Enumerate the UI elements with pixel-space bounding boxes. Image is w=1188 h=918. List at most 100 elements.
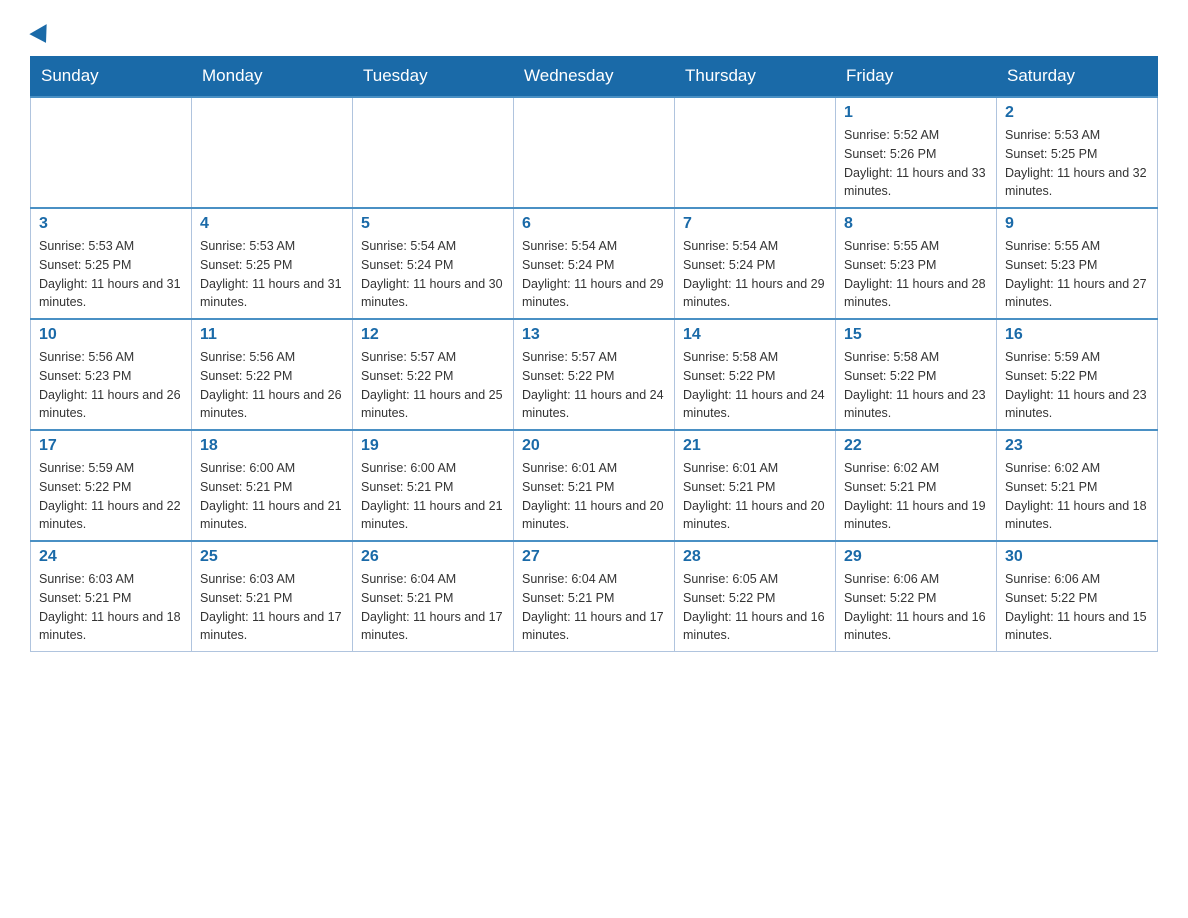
day-number: 15 bbox=[844, 326, 988, 344]
calendar-cell: 29 Sunrise: 6:06 AMSunset: 5:22 PMDayligh… bbox=[836, 541, 997, 652]
day-info: Sunrise: 5:58 AMSunset: 5:22 PMDaylight:… bbox=[844, 348, 988, 423]
weekday-header-monday: Monday bbox=[192, 56, 353, 97]
calendar-cell: 24Sunrise: 6:03 AMSunset: 5:21 PMDayligh… bbox=[31, 541, 192, 652]
calendar-cell: 11 Sunrise: 5:56 AMSunset: 5:22 PMDayligh… bbox=[192, 319, 353, 430]
calendar-cell bbox=[192, 97, 353, 208]
calendar-cell: 15 Sunrise: 5:58 AMSunset: 5:22 PMDayligh… bbox=[836, 319, 997, 430]
day-info: Sunrise: 5:53 AMSunset: 5:25 PMDaylight:… bbox=[200, 237, 344, 312]
day-number: 9 bbox=[1005, 215, 1149, 233]
day-number: 28 bbox=[683, 548, 827, 566]
weekday-header-row: SundayMondayTuesdayWednesdayThursdayFrid… bbox=[31, 56, 1158, 97]
day-info: Sunrise: 6:02 AMSunset: 5:21 PMDaylight:… bbox=[1005, 459, 1149, 534]
day-number: 3 bbox=[39, 215, 183, 233]
day-number: 6 bbox=[522, 215, 666, 233]
calendar-cell: 26 Sunrise: 6:04 AMSunset: 5:21 PMDayligh… bbox=[353, 541, 514, 652]
calendar-cell: 27 Sunrise: 6:04 AMSunset: 5:21 PMDayligh… bbox=[514, 541, 675, 652]
calendar-cell: 1 Sunrise: 5:52 AMSunset: 5:26 PMDaylight… bbox=[836, 97, 997, 208]
page-header bbox=[30, 20, 1158, 46]
calendar-week-4: 17 Sunrise: 5:59 AMSunset: 5:22 PMDayligh… bbox=[31, 430, 1158, 541]
calendar-cell: 17 Sunrise: 5:59 AMSunset: 5:22 PMDayligh… bbox=[31, 430, 192, 541]
day-info: Sunrise: 5:59 AMSunset: 5:22 PMDaylight:… bbox=[39, 459, 183, 534]
day-number: 7 bbox=[683, 215, 827, 233]
day-number: 10 bbox=[39, 326, 183, 344]
day-number: 27 bbox=[522, 548, 666, 566]
calendar-cell: 22 Sunrise: 6:02 AMSunset: 5:21 PMDayligh… bbox=[836, 430, 997, 541]
day-info: Sunrise: 5:54 AMSunset: 5:24 PMDaylight:… bbox=[522, 237, 666, 312]
calendar-week-1: 1 Sunrise: 5:52 AMSunset: 5:26 PMDaylight… bbox=[31, 97, 1158, 208]
calendar-cell: 4 Sunrise: 5:53 AMSunset: 5:25 PMDaylight… bbox=[192, 208, 353, 319]
calendar-week-5: 24 Sunrise: 6:03 AMSunset: 5:21 PMDayligh… bbox=[31, 541, 1158, 652]
day-info: Sunrise: 5:53 AMSunset: 5:25 PMDaylight:… bbox=[39, 237, 183, 312]
day-number: 30 bbox=[1005, 548, 1149, 566]
day-info: Sunrise: 6:06 AMSunset: 5:22 PMDaylight:… bbox=[844, 570, 988, 645]
calendar-cell bbox=[675, 97, 836, 208]
day-number: 24 bbox=[39, 548, 183, 566]
day-info: Sunrise: 6:03 AMSunset: 5:21 PMDaylight:… bbox=[200, 570, 344, 645]
calendar-cell: 23 Sunrise: 6:02 AMSunset: 5:21 PMDayligh… bbox=[997, 430, 1158, 541]
calendar-cell: 19 Sunrise: 6:00 AMSunset: 5:21 PMDayligh… bbox=[353, 430, 514, 541]
weekday-header-friday: Friday bbox=[836, 56, 997, 97]
day-info: Sunrise: 5:55 AMSunset: 5:23 PMDaylight:… bbox=[844, 237, 988, 312]
day-number: 2 bbox=[1005, 104, 1149, 122]
day-info: Sunrise: 6:04 AMSunset: 5:21 PMDaylight:… bbox=[522, 570, 666, 645]
day-number: 29 bbox=[844, 548, 988, 566]
day-info: Sunrise: 5:54 AMSunset: 5:24 PMDaylight:… bbox=[683, 237, 827, 312]
day-info: Sunrise: 6:06 AMSunset: 5:22 PMDaylight:… bbox=[1005, 570, 1149, 645]
weekday-header-thursday: Thursday bbox=[675, 56, 836, 97]
day-number: 4 bbox=[200, 215, 344, 233]
day-info: Sunrise: 6:05 AMSunset: 5:22 PMDaylight:… bbox=[683, 570, 827, 645]
day-number: 1 bbox=[844, 104, 988, 122]
day-number: 13 bbox=[522, 326, 666, 344]
calendar-cell: 13 Sunrise: 5:57 AMSunset: 5:22 PMDayligh… bbox=[514, 319, 675, 430]
calendar-cell bbox=[31, 97, 192, 208]
calendar-cell: 9 Sunrise: 5:55 AMSunset: 5:23 PMDaylight… bbox=[997, 208, 1158, 319]
day-info: Sunrise: 5:52 AMSunset: 5:26 PMDaylight:… bbox=[844, 126, 988, 201]
day-info: Sunrise: 5:54 AMSunset: 5:24 PMDaylight:… bbox=[361, 237, 505, 312]
calendar-cell: 3 Sunrise: 5:53 AMSunset: 5:25 PMDaylight… bbox=[31, 208, 192, 319]
calendar-cell: 28 Sunrise: 6:05 AMSunset: 5:22 PMDayligh… bbox=[675, 541, 836, 652]
day-number: 5 bbox=[361, 215, 505, 233]
calendar-cell bbox=[514, 97, 675, 208]
day-info: Sunrise: 6:01 AMSunset: 5:21 PMDaylight:… bbox=[522, 459, 666, 534]
day-info: Sunrise: 5:57 AMSunset: 5:22 PMDaylight:… bbox=[522, 348, 666, 423]
calendar-cell: 18 Sunrise: 6:00 AMSunset: 5:21 PMDayligh… bbox=[192, 430, 353, 541]
day-number: 11 bbox=[200, 326, 344, 344]
day-number: 23 bbox=[1005, 437, 1149, 455]
day-number: 26 bbox=[361, 548, 505, 566]
calendar-cell: 5 Sunrise: 5:54 AMSunset: 5:24 PMDaylight… bbox=[353, 208, 514, 319]
calendar-cell bbox=[353, 97, 514, 208]
day-number: 18 bbox=[200, 437, 344, 455]
day-info: Sunrise: 6:00 AMSunset: 5:21 PMDaylight:… bbox=[200, 459, 344, 534]
day-number: 12 bbox=[361, 326, 505, 344]
day-number: 16 bbox=[1005, 326, 1149, 344]
weekday-header-wednesday: Wednesday bbox=[514, 56, 675, 97]
day-number: 21 bbox=[683, 437, 827, 455]
calendar-cell: 12 Sunrise: 5:57 AMSunset: 5:22 PMDayligh… bbox=[353, 319, 514, 430]
day-info: Sunrise: 6:02 AMSunset: 5:21 PMDaylight:… bbox=[844, 459, 988, 534]
day-number: 20 bbox=[522, 437, 666, 455]
day-info: Sunrise: 5:56 AMSunset: 5:23 PMDaylight:… bbox=[39, 348, 183, 423]
day-info: Sunrise: 5:58 AMSunset: 5:22 PMDaylight:… bbox=[683, 348, 827, 423]
logo-triangle-icon bbox=[29, 24, 54, 48]
day-info: Sunrise: 5:56 AMSunset: 5:22 PMDaylight:… bbox=[200, 348, 344, 423]
day-info: Sunrise: 5:57 AMSunset: 5:22 PMDaylight:… bbox=[361, 348, 505, 423]
calendar-cell: 25Sunrise: 6:03 AMSunset: 5:21 PMDayligh… bbox=[192, 541, 353, 652]
day-info: Sunrise: 6:00 AMSunset: 5:21 PMDaylight:… bbox=[361, 459, 505, 534]
calendar-cell: 21Sunrise: 6:01 AMSunset: 5:21 PMDayligh… bbox=[675, 430, 836, 541]
day-info: Sunrise: 6:04 AMSunset: 5:21 PMDaylight:… bbox=[361, 570, 505, 645]
day-number: 22 bbox=[844, 437, 988, 455]
calendar-cell: 10 Sunrise: 5:56 AMSunset: 5:23 PMDayligh… bbox=[31, 319, 192, 430]
weekday-header-tuesday: Tuesday bbox=[353, 56, 514, 97]
logo bbox=[30, 20, 52, 46]
calendar-cell: 30 Sunrise: 6:06 AMSunset: 5:22 PMDayligh… bbox=[997, 541, 1158, 652]
day-number: 17 bbox=[39, 437, 183, 455]
day-number: 19 bbox=[361, 437, 505, 455]
calendar-cell: 20 Sunrise: 6:01 AMSunset: 5:21 PMDayligh… bbox=[514, 430, 675, 541]
calendar-cell: 6 Sunrise: 5:54 AMSunset: 5:24 PMDaylight… bbox=[514, 208, 675, 319]
calendar-cell: 7 Sunrise: 5:54 AMSunset: 5:24 PMDaylight… bbox=[675, 208, 836, 319]
calendar-week-2: 3 Sunrise: 5:53 AMSunset: 5:25 PMDaylight… bbox=[31, 208, 1158, 319]
calendar-cell: 14 Sunrise: 5:58 AMSunset: 5:22 PMDayligh… bbox=[675, 319, 836, 430]
day-info: Sunrise: 5:55 AMSunset: 5:23 PMDaylight:… bbox=[1005, 237, 1149, 312]
calendar-cell: 8Sunrise: 5:55 AMSunset: 5:23 PMDaylight… bbox=[836, 208, 997, 319]
day-number: 14 bbox=[683, 326, 827, 344]
